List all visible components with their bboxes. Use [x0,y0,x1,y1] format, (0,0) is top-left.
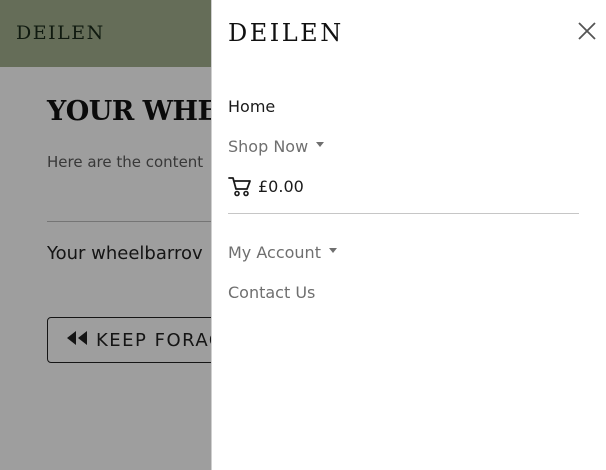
caret-down-icon [316,142,325,147]
nav-divider [228,213,579,214]
nav-home-link[interactable]: Home [228,86,324,126]
secondary-nav: My Account Contact Us [228,232,337,312]
nav-contact-us-label: Contact Us [228,282,316,302]
nav-my-account-dropdown[interactable]: My Account [228,232,337,272]
cart-icon [228,175,252,197]
nav-my-account-label: My Account [228,242,321,262]
close-icon [576,20,598,42]
primary-nav: Home Shop Now £0.00 [228,86,325,206]
offcanvas-menu: DEILEN Home Shop Now £0.00 My Account Co… [211,0,606,470]
nav-home-label: Home [228,96,276,116]
nav-shop-now-label: Shop Now [228,136,309,156]
nav-shop-now-dropdown[interactable]: Shop Now [228,126,325,166]
offcanvas-logo[interactable]: DEILEN [228,19,344,47]
close-button[interactable] [576,20,598,42]
nav-contact-us-link[interactable]: Contact Us [228,272,337,312]
caret-down-icon [328,248,337,253]
cart-total: £0.00 [258,176,304,196]
nav-cart-link[interactable]: £0.00 [228,166,324,206]
